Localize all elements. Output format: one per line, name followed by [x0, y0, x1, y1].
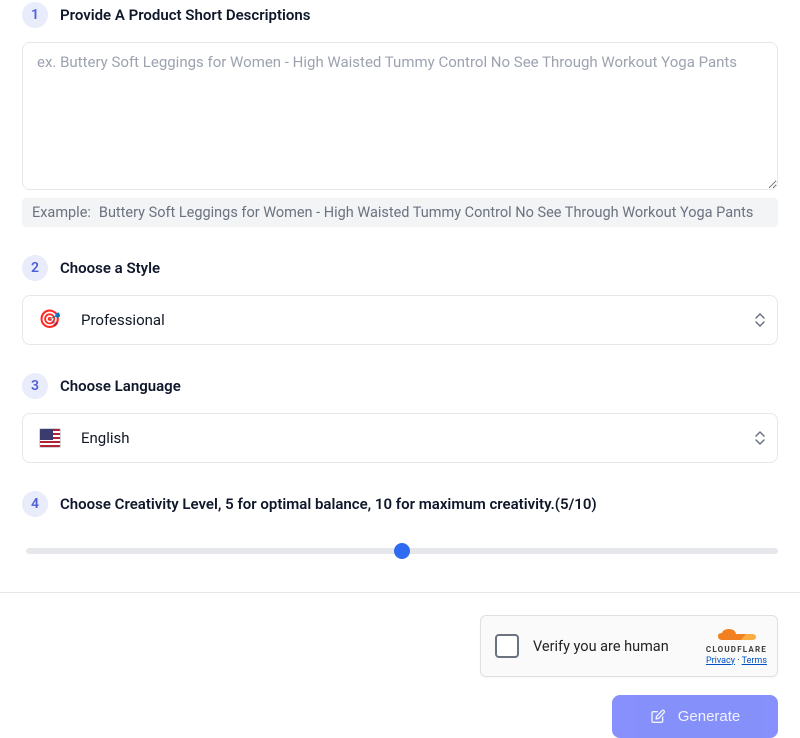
section-style: 2 Choose a Style 🎯 Professional [22, 255, 778, 345]
language-select[interactable]: English [22, 413, 778, 463]
generate-label: Generate [678, 708, 741, 725]
example-label: Example: [32, 204, 91, 221]
example-bar: Example: Buttery Soft Leggings for Women… [22, 198, 778, 227]
step-badge-4: 4 [22, 491, 48, 517]
step-badge-2: 2 [22, 255, 48, 281]
section-product-description: 1 Provide A Product Short Descriptions E… [22, 2, 778, 227]
turnstile-checkbox[interactable] [495, 634, 519, 658]
product-description-input[interactable] [22, 42, 778, 190]
creativity-slider[interactable] [26, 548, 778, 554]
step-badge-3: 3 [22, 373, 48, 399]
turnstile-label: Verify you are human [533, 638, 692, 655]
style-selected-label: Professional [81, 311, 165, 329]
section-language: 3 Choose Language English [22, 373, 778, 463]
us-flag-icon [39, 427, 61, 449]
generate-button[interactable]: Generate [612, 695, 778, 738]
chevron-updown-icon [755, 431, 765, 445]
turnstile-privacy-link[interactable]: Privacy [706, 656, 735, 666]
target-icon: 🎯 [39, 309, 61, 331]
step-title-2: Choose a Style [60, 259, 160, 277]
section-creativity: 4 Choose Creativity Level, 5 for optimal… [22, 491, 778, 558]
cloudflare-logo-icon [716, 627, 756, 643]
style-select[interactable]: 🎯 Professional [22, 295, 778, 345]
turnstile-terms-link[interactable]: Terms [742, 656, 767, 666]
step-title-4: Choose Creativity Level, 5 for optimal b… [60, 495, 597, 513]
step-title-3: Choose Language [60, 377, 181, 395]
cloudflare-brand: CLOUDFLARE Privacy · Terms [706, 627, 767, 666]
edit-icon [650, 709, 666, 725]
step-title-1: Provide A Product Short Descriptions [60, 6, 310, 24]
step-badge-1: 1 [22, 2, 48, 28]
example-text: Buttery Soft Leggings for Women - High W… [99, 204, 753, 221]
turnstile-widget: Verify you are human CLOUDFLARE Privacy … [480, 615, 778, 677]
chevron-updown-icon [755, 313, 765, 327]
language-selected-label: English [81, 429, 130, 447]
